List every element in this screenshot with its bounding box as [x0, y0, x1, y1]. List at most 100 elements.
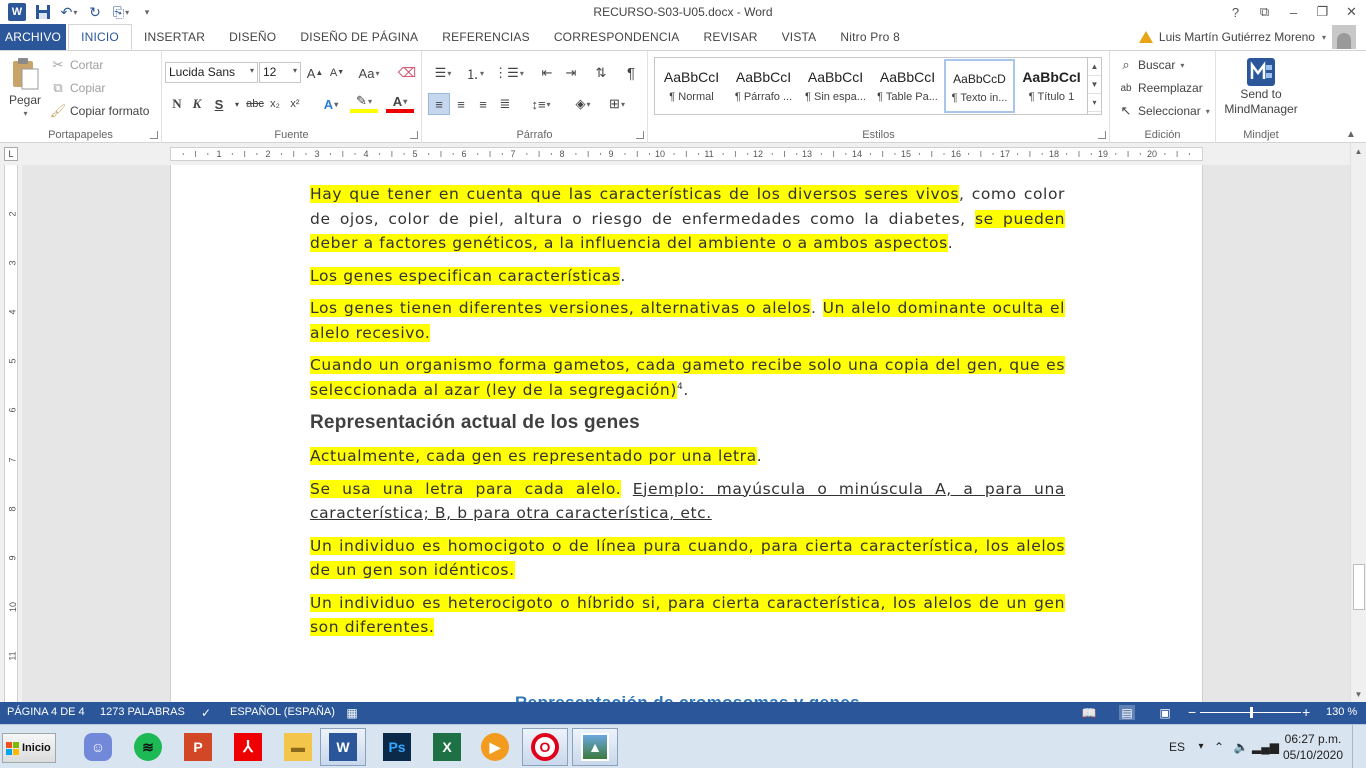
- paragraph[interactable]: Los genes tienen diferentes versiones, a…: [310, 296, 1065, 345]
- vertical-ruler[interactable]: 2 3 4 5 6 7 8 9 10 11: [0, 165, 22, 702]
- tab-diseno[interactable]: DISEÑO: [217, 24, 288, 50]
- clock[interactable]: 06:27 p.m. 05/10/2020: [1280, 731, 1346, 763]
- clear-format-icon[interactable]: ⌫: [396, 62, 418, 84]
- macro-icon[interactable]: ▦: [344, 705, 360, 720]
- keyboard-layout-icon[interactable]: ▾: [1194, 739, 1208, 755]
- start-button[interactable]: Inicio: [2, 733, 56, 763]
- page-count[interactable]: PÁGINA 4 DE 4: [7, 706, 85, 718]
- paste-button[interactable]: Pegar ▾: [6, 57, 44, 118]
- maximize-button[interactable]: ❐: [1308, 0, 1337, 24]
- zoom-level[interactable]: 130 %: [1326, 706, 1357, 718]
- font-size-select[interactable]: 12 ▾: [259, 62, 301, 83]
- find-button[interactable]: ⌕ Buscar ▾: [1118, 57, 1184, 73]
- select-button[interactable]: ↖ Seleccionar ▾: [1118, 103, 1210, 119]
- excel-icon[interactable]: X: [424, 728, 470, 766]
- copy-button[interactable]: ⧉ Copiar: [50, 80, 105, 96]
- change-case-icon[interactable]: Aa ▾: [354, 62, 384, 84]
- collapse-ribbon-icon[interactable]: ▲: [1340, 123, 1362, 145]
- superscript-button[interactable]: x²: [284, 93, 306, 115]
- ribbon-display-button[interactable]: ⧉: [1250, 0, 1279, 24]
- bullets-icon[interactable]: ☰ ▾: [428, 62, 458, 84]
- user-account[interactable]: Luis Martín Gutiérrez Moreno ▾: [1138, 24, 1356, 50]
- style-parrafo[interactable]: AaBbCcI ¶ Párrafo ...: [728, 59, 799, 113]
- format-painter-button[interactable]: 🖌 Copiar formato: [50, 103, 150, 119]
- tab-correspondencia[interactable]: CORRESPONDENCIA: [542, 24, 692, 50]
- vertical-scrollbar[interactable]: ▲ ▼: [1350, 143, 1366, 702]
- decrease-indent-icon[interactable]: ⇤: [536, 62, 558, 84]
- style-normal[interactable]: AaBbCcI ¶ Normal: [656, 59, 727, 113]
- align-center-icon[interactable]: ≡: [450, 93, 472, 115]
- zoom-out-button[interactable]: −: [1188, 704, 1196, 720]
- section-heading[interactable]: Representación actual de los genes: [310, 410, 1065, 436]
- undo-icon[interactable]: ↶ ▾: [56, 1, 82, 23]
- cut-button[interactable]: ✂ Cortar: [50, 57, 104, 73]
- style-table-paragraph[interactable]: AaBbCcI ¶ Table Pa...: [872, 59, 943, 113]
- media-player-icon[interactable]: ▶: [472, 728, 518, 766]
- replace-button[interactable]: ab Reemplazar: [1118, 80, 1202, 96]
- tab-insertar[interactable]: INSERTAR: [132, 24, 217, 50]
- document-page[interactable]: Hay que tener en cuenta que las caracter…: [170, 165, 1203, 702]
- grow-font-icon[interactable]: A ▲: [304, 62, 326, 84]
- paragraph[interactable]: Se usa una letra para cada alelo. Ejempl…: [310, 477, 1065, 526]
- shrink-font-icon[interactable]: A ▼: [326, 62, 348, 84]
- chevron-up-icon[interactable]: ▲: [1088, 58, 1101, 76]
- italic-button[interactable]: K: [186, 93, 208, 115]
- show-formatting-icon[interactable]: ¶: [620, 62, 642, 84]
- help-button[interactable]: ?: [1221, 0, 1250, 24]
- explorer-icon[interactable]: ▬: [275, 728, 321, 766]
- document-canvas[interactable]: Hay que tener en cuenta que las caracter…: [22, 165, 1350, 702]
- numbering-icon[interactable]: ⒈ ▾: [460, 62, 490, 84]
- network-icon[interactable]: ▂▄▆: [1252, 739, 1279, 755]
- style-sin-espaciado[interactable]: AaBbCcI ¶ Sin espa...: [800, 59, 871, 113]
- paragraph[interactable]: Actualmente, cada gen es representado po…: [310, 444, 1065, 469]
- more-styles-icon[interactable]: ▾: [1088, 94, 1101, 112]
- justify-icon[interactable]: ≣: [494, 93, 516, 115]
- show-desktop-button[interactable]: [1352, 725, 1366, 768]
- redo-icon[interactable]: ↻: [82, 1, 108, 23]
- multilevel-list-icon[interactable]: ⋮☰ ▾: [494, 62, 524, 84]
- page-layout-icon[interactable]: ⎘ ▾: [108, 1, 134, 23]
- read-mode-icon[interactable]: 📖: [1081, 705, 1097, 720]
- web-layout-icon[interactable]: ▣: [1157, 705, 1173, 720]
- bold-button[interactable]: N: [166, 93, 188, 115]
- show-hidden-icons-icon[interactable]: ⌃: [1208, 739, 1230, 755]
- font-color-icon[interactable]: A ▾: [386, 93, 414, 113]
- opera-icon[interactable]: O: [522, 728, 568, 766]
- dialog-launcher-icon[interactable]: [636, 131, 644, 139]
- align-left-icon[interactable]: ≡: [428, 93, 450, 115]
- print-layout-icon[interactable]: ▤: [1119, 705, 1135, 720]
- highlight-color-icon[interactable]: ✎ ▾: [350, 93, 378, 113]
- acrobat-icon[interactable]: ⅄: [225, 728, 271, 766]
- minimize-button[interactable]: –: [1279, 0, 1308, 24]
- photos-icon[interactable]: ▲: [572, 728, 618, 766]
- close-button[interactable]: ✕: [1337, 0, 1366, 24]
- save-icon[interactable]: [30, 1, 56, 23]
- paragraph[interactable]: Hay que tener en cuenta que las caracter…: [310, 182, 1065, 256]
- style-texto-independiente[interactable]: AaBbCcD ¶ Texto in...: [944, 59, 1015, 113]
- style-titulo-1[interactable]: AaBbCcI ¶ Título 1: [1016, 59, 1087, 113]
- document-body[interactable]: Hay que tener en cuenta que las caracter…: [310, 182, 1065, 702]
- subscript-button[interactable]: x₂: [264, 93, 286, 115]
- figure-caption[interactable]: Representación de cromosomas y genes: [310, 693, 1065, 702]
- align-right-icon[interactable]: ≡: [472, 93, 494, 115]
- paragraph[interactable]: Un individuo es homocigoto o de línea pu…: [310, 534, 1065, 583]
- paragraph[interactable]: Un individuo es heterocigoto o híbrido s…: [310, 591, 1065, 640]
- text-effects-icon[interactable]: A ▾: [317, 93, 345, 115]
- send-to-mindmanager-button[interactable]: Send to MindManager: [1222, 57, 1300, 117]
- tab-nitro-pro[interactable]: Nitro Pro 8: [828, 24, 912, 50]
- tab-archivo[interactable]: ARCHIVO: [0, 24, 67, 50]
- tab-inicio[interactable]: INICIO: [68, 24, 132, 50]
- proofing-icon[interactable]: ✓: [198, 705, 214, 720]
- tab-diseno-de-pagina[interactable]: DISEÑO DE PÁGINA: [288, 24, 430, 50]
- word-app-icon[interactable]: W: [4, 1, 30, 23]
- paragraph[interactable]: Cuando un organismo forma gametos, cada …: [310, 353, 1065, 402]
- scroll-down-icon[interactable]: ▼: [1351, 686, 1366, 702]
- paragraph[interactable]: Los genes especifican características.: [310, 264, 1065, 289]
- customize-qat-icon[interactable]: ▾: [134, 1, 160, 23]
- dialog-launcher-icon[interactable]: [410, 131, 418, 139]
- language-indicator[interactable]: ES: [1160, 739, 1194, 755]
- chevron-down-icon[interactable]: ▼: [1088, 76, 1101, 94]
- shading-icon[interactable]: ◈ ▾: [568, 93, 598, 115]
- dialog-launcher-icon[interactable]: [1098, 131, 1106, 139]
- zoom-in-button[interactable]: +: [1302, 704, 1310, 720]
